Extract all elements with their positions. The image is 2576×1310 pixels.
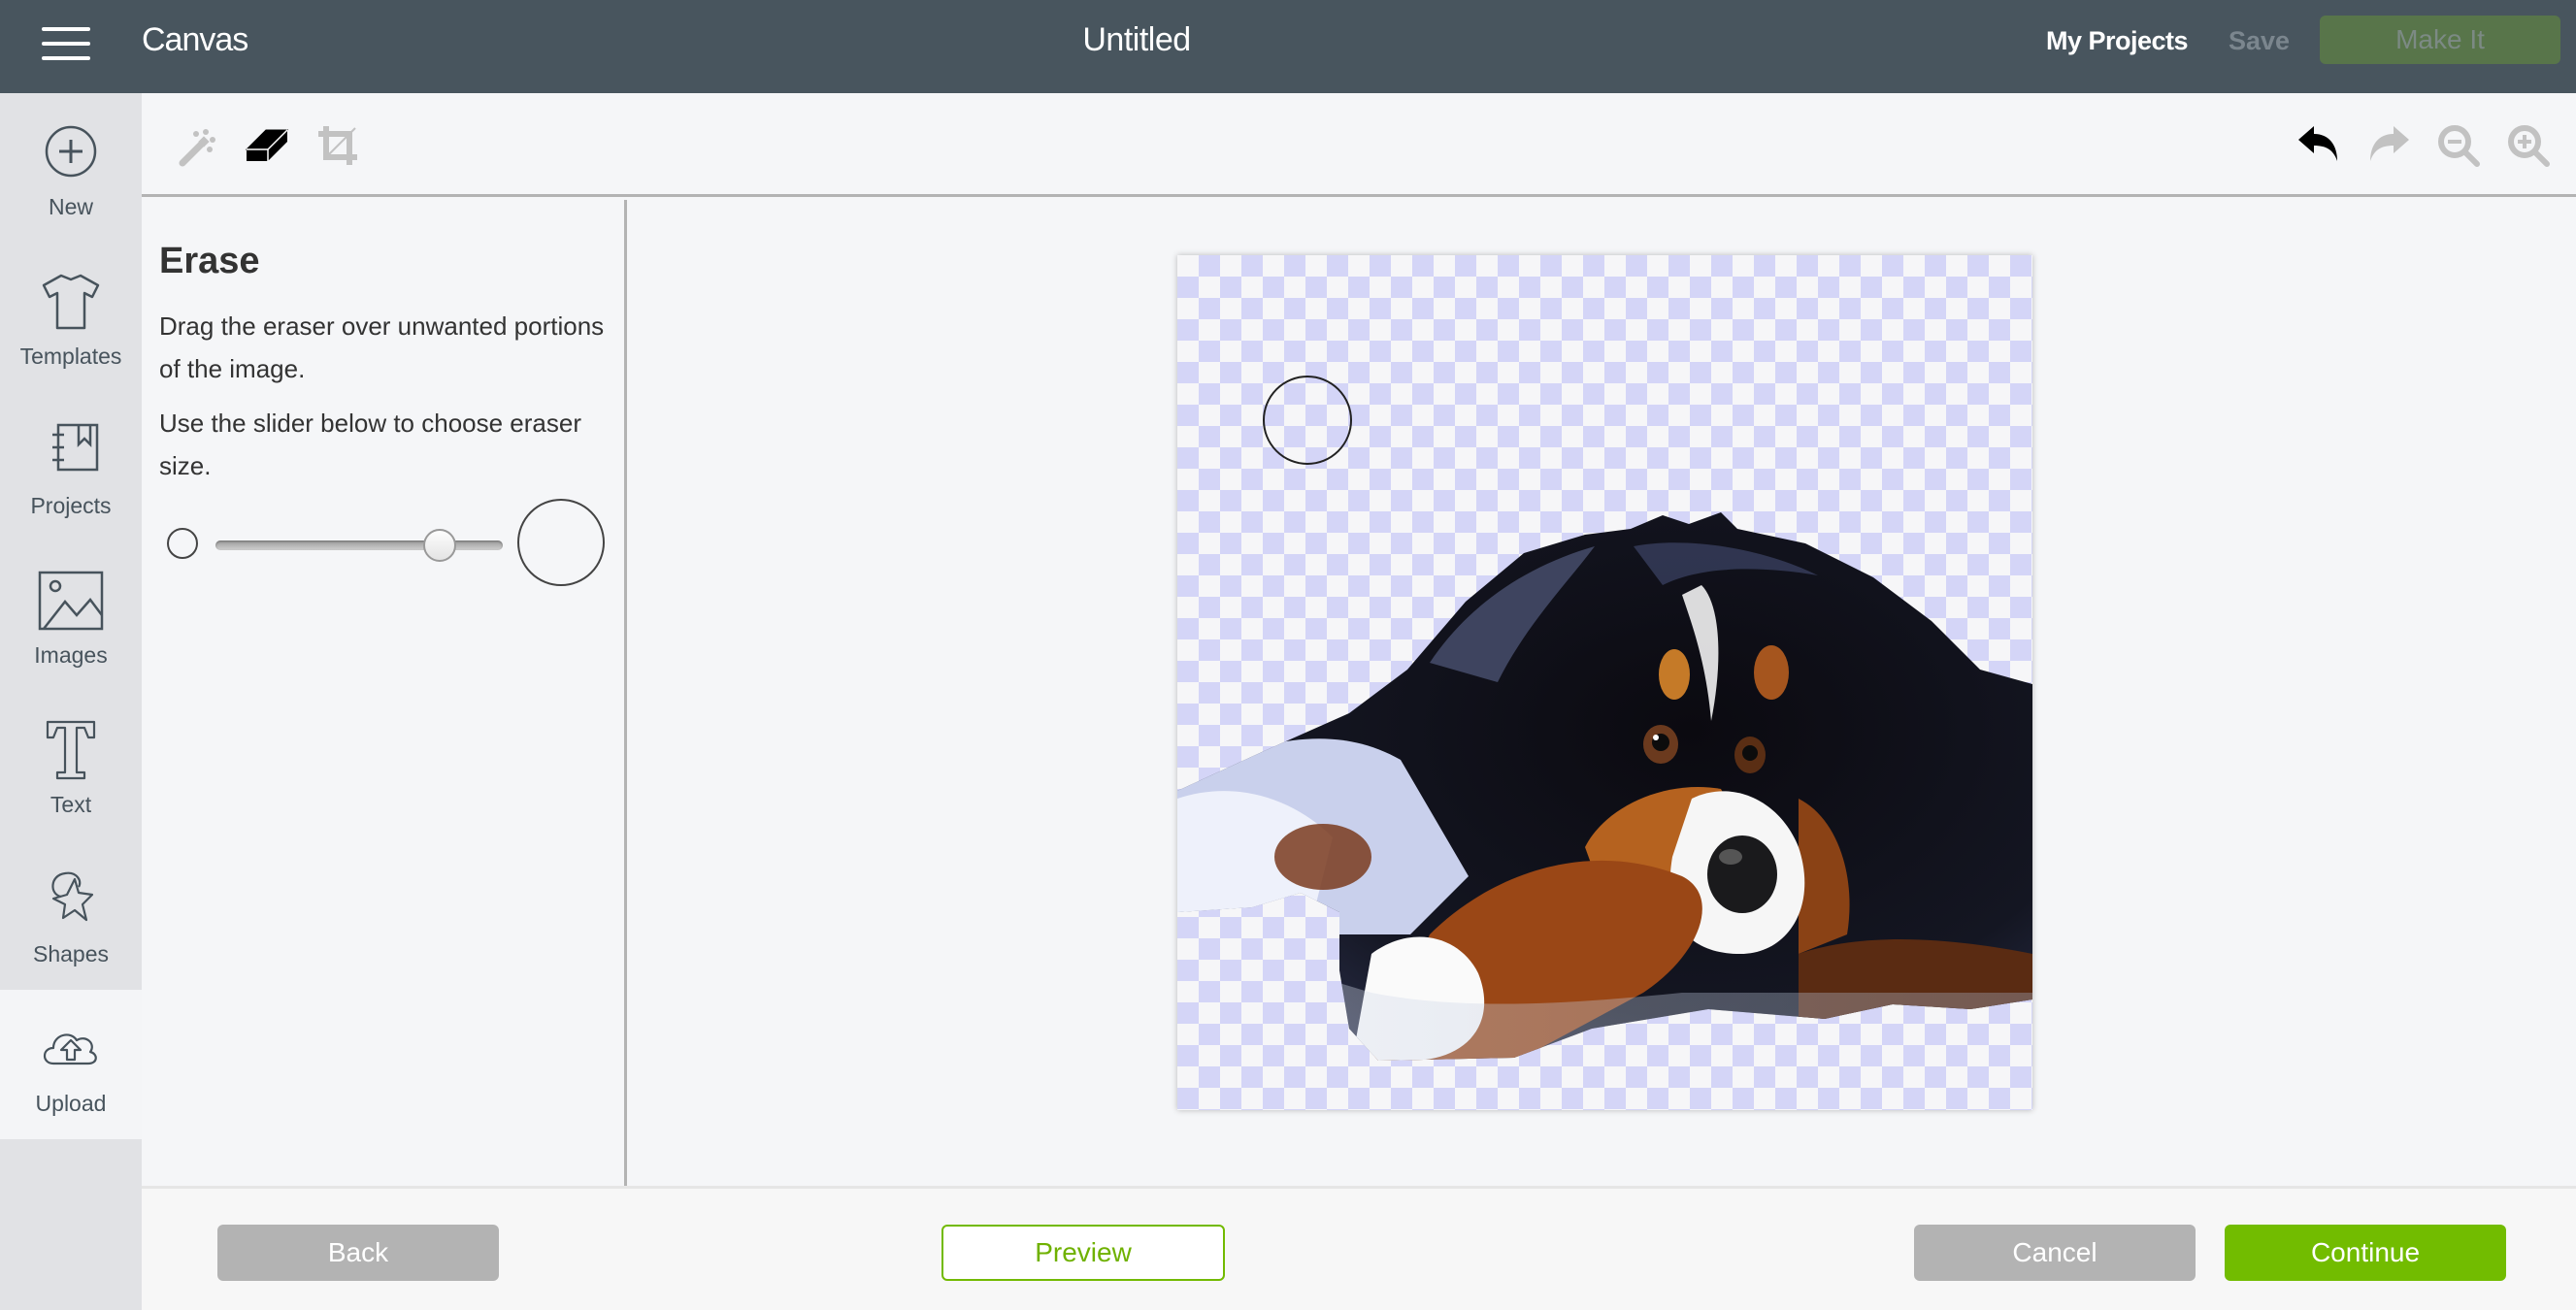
tshirt-icon [42,274,100,330]
magic-wand-icon [179,129,215,167]
large-eraser-size-icon [517,499,605,586]
cancel-button[interactable]: Cancel [1914,1225,2196,1281]
panel-instruction: Drag the eraser over unwanted portions o… [159,311,605,383]
sidebar-item-label: Templates [19,344,122,369]
small-eraser-size-icon [167,528,198,559]
sidebar-item-templates[interactable]: Templates [0,243,142,392]
my-projects-link[interactable]: My Projects [2046,26,2189,56]
dog-image [1177,512,2032,1061]
redo-button[interactable] [2364,122,2413,171]
eraser-tool[interactable] [243,122,291,171]
sidebar-item-images[interactable]: Images [0,541,142,691]
sidebar-item-upload[interactable]: Upload [0,990,142,1139]
notebook-icon [52,423,99,472]
eraser-icon [245,129,289,161]
eraser-size-slider[interactable] [215,529,503,562]
eraser-size-slider-thumb[interactable] [422,529,456,562]
magic-wand-tool[interactable] [175,122,223,171]
sidebar-item-label: Text [50,792,92,817]
zoom-out-button[interactable] [2434,122,2483,171]
bottom-action-bar: Back Preview Cancel Continue [142,1186,2576,1310]
sidebar-item-label: Images [34,642,108,668]
sidebar-item-label: New [48,194,93,219]
toolbar [142,93,2576,197]
image-canvas[interactable] [1177,255,2032,1110]
sidebar: New Templates Projects Images Text Shape… [0,93,142,1310]
undo-button[interactable] [2295,122,2343,171]
plus-circle-icon [45,125,97,178]
sidebar-item-label: Shapes [32,941,109,966]
sidebar-item-projects[interactable]: Projects [0,392,142,541]
sidebar-item-label: Upload [35,1091,107,1116]
document-title[interactable]: Untitled [0,21,2273,59]
zoom-in-icon [2508,125,2550,167]
cloud-upload-icon [43,1033,97,1065]
zoom-in-button[interactable] [2504,122,2553,171]
preview-button[interactable]: Preview [941,1225,1225,1281]
back-button[interactable]: Back [217,1225,499,1281]
sidebar-item-new[interactable]: New [0,93,142,243]
sidebar-item-shapes[interactable]: Shapes [0,840,142,990]
crop-icon [318,126,357,165]
sidebar-item-text[interactable]: Text [0,691,142,840]
save-button[interactable]: Save [2229,26,2290,56]
top-header: Canvas Untitled My Projects Save Make It [0,0,2576,93]
zoom-out-icon [2438,125,2480,167]
make-it-button[interactable]: Make It [2320,16,2560,64]
sidebar-item-label: Projects [30,493,112,518]
erase-panel: Erase Drag the eraser over unwanted port… [142,200,627,1186]
undo-icon [2298,126,2337,161]
panel-instruction: Use the slider below to choose eraser si… [159,409,582,480]
panel-title: Erase [159,241,260,281]
shapes-icon [51,871,94,922]
image-icon [38,571,104,631]
continue-button[interactable]: Continue [2225,1225,2506,1281]
redo-icon [2370,126,2409,161]
text-icon [46,720,96,780]
crop-tool[interactable] [314,122,363,171]
